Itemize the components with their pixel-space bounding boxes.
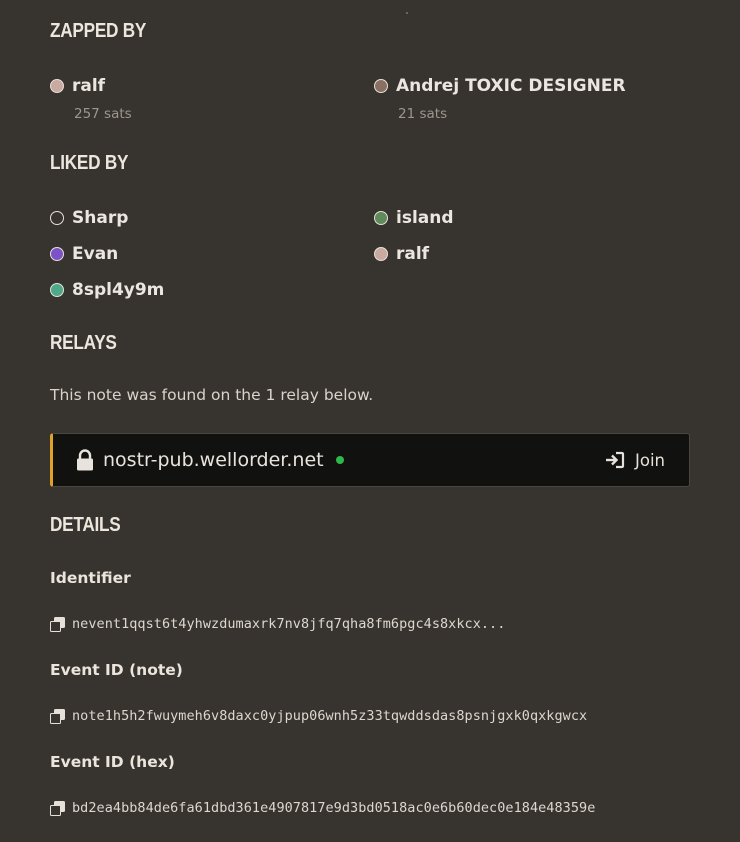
sign-in-icon	[605, 451, 625, 469]
liker-name: island	[396, 208, 454, 228]
zapped-by-heading: ZAPPED BY	[50, 20, 147, 42]
event-id-note-row: note1h5h2fwuymeh6v8daxc0yjpup06wnh5z33tq…	[50, 708, 587, 724]
relay-info: nostr-pub.wellorder.net	[75, 449, 344, 471]
relays-heading: RELAYS	[50, 332, 117, 354]
avatar	[50, 283, 64, 297]
liker-item[interactable]: Sharp	[50, 208, 128, 228]
liker-item[interactable]: island	[374, 208, 454, 228]
zapper-name: Andrej TOXIC DESIGNER	[396, 76, 626, 96]
event-id-hex-row: bd2ea4bb84de6fa61dbd361e4907817e9d3bd051…	[50, 800, 595, 816]
lock-icon	[75, 449, 95, 471]
copy-icon[interactable]	[50, 708, 65, 724]
zapper-name: ralf	[72, 76, 106, 96]
relay-card[interactable]: nostr-pub.wellorder.net Join	[50, 433, 690, 487]
avatar	[50, 247, 64, 261]
join-label: Join	[634, 450, 665, 470]
liked-by-heading: LIKED BY	[50, 152, 129, 174]
note-details-page: ZAPPED BY ralf 257 sats Andrej TOXIC DES…	[0, 0, 740, 842]
scroll-artifact	[406, 12, 408, 14]
event-id-note-label: Event ID (note)	[50, 661, 183, 679]
join-relay-button[interactable]: Join	[605, 434, 665, 486]
zapper-item[interactable]: ralf	[50, 76, 105, 96]
zap-amount: 21 sats	[398, 106, 448, 122]
zap-amount: 257 sats	[74, 106, 132, 122]
event-id-note-value: note1h5h2fwuymeh6v8daxc0yjpup06wnh5z33tq…	[72, 708, 588, 724]
avatar	[50, 79, 64, 93]
identifier-label: Identifier	[50, 569, 131, 587]
liker-name: ralf	[396, 244, 430, 264]
liker-name: Evan	[72, 244, 119, 264]
details-heading: DETAILS	[50, 514, 121, 536]
liker-name: Sharp	[72, 208, 129, 228]
relay-status-indicator	[335, 456, 344, 464]
event-id-hex-value: bd2ea4bb84de6fa61dbd361e4907817e9d3bd051…	[72, 800, 596, 816]
identifier-value: nevent1qqst6t4yhwzdumaxrk7nv8jfq7qha8fm6…	[72, 616, 506, 632]
zapper-item[interactable]: Andrej TOXIC DESIGNER	[374, 76, 626, 96]
avatar	[374, 247, 388, 261]
identifier-row: nevent1qqst6t4yhwzdumaxrk7nv8jfq7qha8fm6…	[50, 616, 505, 632]
liker-item[interactable]: Evan	[50, 244, 118, 264]
copy-icon[interactable]	[50, 800, 65, 816]
relay-url: nostr-pub.wellorder.net	[103, 449, 324, 471]
relays-description: This note was found on the 1 relay below…	[50, 386, 374, 404]
liker-item[interactable]: 8spl4y9m	[50, 280, 164, 300]
avatar	[50, 211, 64, 225]
copy-icon[interactable]	[50, 616, 65, 632]
avatar	[374, 79, 388, 93]
avatar	[374, 211, 388, 225]
event-id-hex-label: Event ID (hex)	[50, 753, 175, 771]
liker-name: 8spl4y9m	[72, 280, 165, 300]
liker-item[interactable]: ralf	[374, 244, 429, 264]
